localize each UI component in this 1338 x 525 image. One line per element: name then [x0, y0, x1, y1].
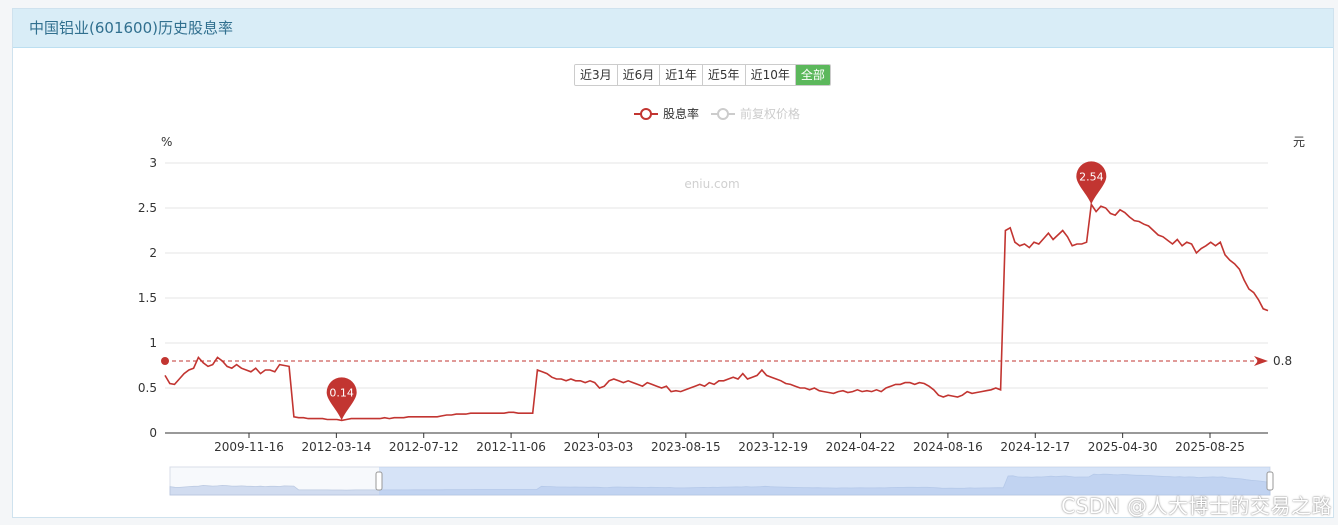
datazoom-handle-start[interactable] [375, 471, 383, 491]
y-tick-label: 2.5 [138, 201, 157, 215]
x-tick-label: 2024-08-16 [913, 440, 983, 454]
x-tick-label: 2023-12-19 [738, 440, 808, 454]
datazoom-handle-end[interactable] [1266, 471, 1274, 491]
y-tick-label: 0.5 [138, 381, 157, 395]
x-tick-label: 2023-08-15 [651, 440, 721, 454]
y-tick-label: 1 [149, 336, 157, 350]
csdn-watermark: CSDN @人大博士的交易之路 [1061, 494, 1332, 518]
y-axis-unit-right: 元 [1293, 135, 1305, 149]
legend-label-yield: 股息率 [663, 106, 699, 121]
y-tick-label: 2 [149, 246, 157, 260]
x-tick-label: 2024-12-17 [1000, 440, 1070, 454]
legend-marker-yield [640, 108, 652, 120]
x-tick-label: 2025-04-30 [1088, 440, 1158, 454]
mark-line-label: 0.8 [1273, 354, 1292, 368]
x-tick-label: 2009-11-16 [214, 440, 284, 454]
mark-point-label-max: 2.54 [1079, 170, 1104, 183]
legend-marker-price [717, 108, 729, 120]
y-axis-unit-left: % [161, 135, 172, 149]
mark-line-arrow [1254, 356, 1268, 366]
x-tick-label: 2025-08-25 [1175, 440, 1245, 454]
x-tick-label: 2012-11-06 [476, 440, 546, 454]
y-tick-label: 3 [149, 156, 157, 170]
x-tick-label: 2012-03-14 [301, 440, 371, 454]
dividend-yield-chart: 0 0.5 1 1.5 2 2.5 3% 元 2009-11-16 2012-03-14 2012-… [138, 106, 1305, 496]
mark-point-label-min: 0.14 [329, 386, 354, 399]
y-tick-label: 0 [149, 426, 157, 440]
legend-label-price: 前复权价格 [740, 106, 800, 121]
x-tick-label: 2012-07-12 [389, 440, 459, 454]
x-tick-label: 2024-04-22 [826, 440, 896, 454]
y-tick-label: 1.5 [138, 291, 157, 305]
chart-watermark: eniu.com [684, 177, 739, 191]
x-tick-label: 2023-03-03 [564, 440, 634, 454]
